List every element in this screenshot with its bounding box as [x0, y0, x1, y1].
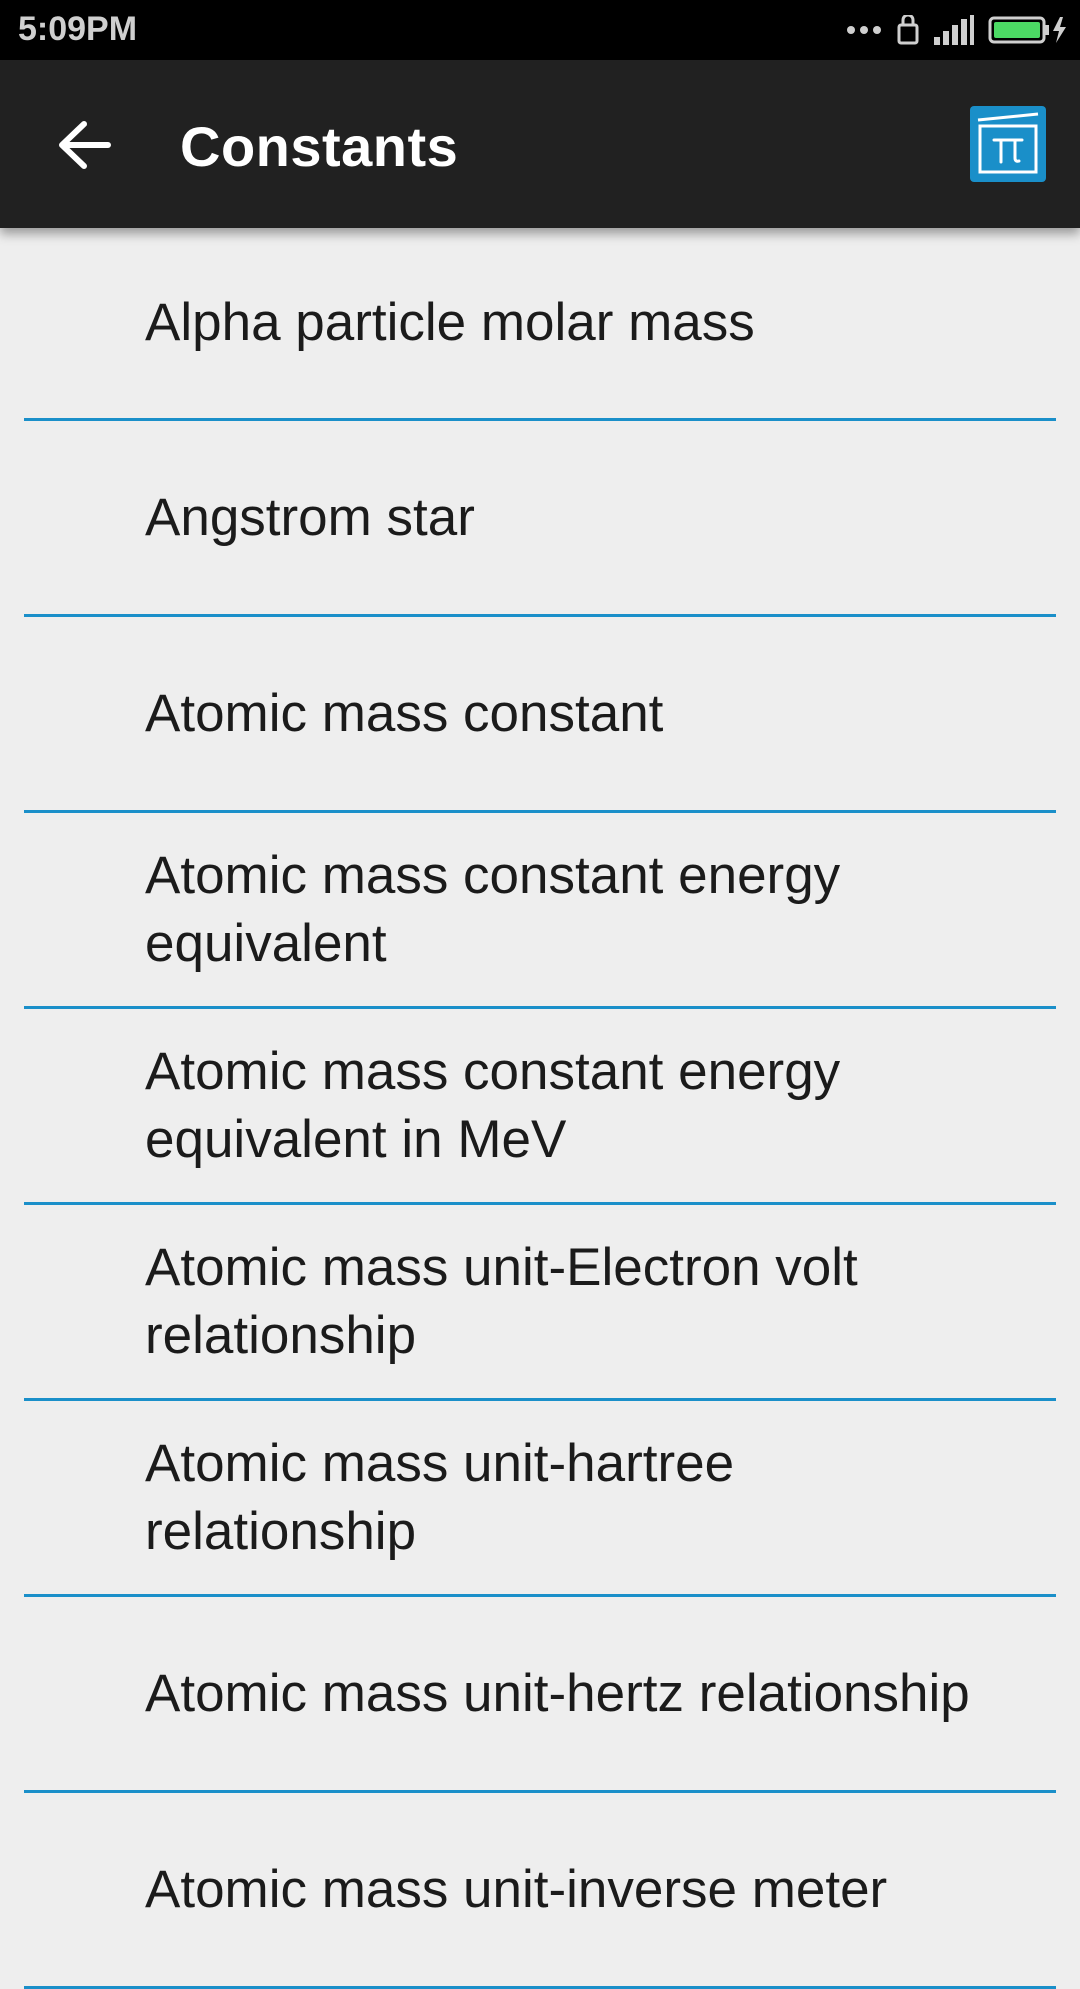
- list-item-label: Atomic mass unit-Electron volt relations…: [145, 1237, 858, 1365]
- list-item-label: Atomic mass unit-hertz relationship: [145, 1663, 970, 1723]
- list-item[interactable]: Atomic mass constant: [24, 617, 1056, 813]
- list-item-label: Atomic mass unit-inverse meter: [145, 1859, 888, 1919]
- list-item[interactable]: Atomic mass constant energy equivalent: [24, 813, 1056, 1009]
- list-item[interactable]: Atomic mass unit-Electron volt relations…: [24, 1205, 1056, 1401]
- list-item-label: Alpha particle molar mass: [145, 293, 755, 352]
- list-item-label: Atomic mass constant energy equivalent i…: [145, 1041, 841, 1169]
- list-item[interactable]: Atomic mass unit-inverse meter: [24, 1793, 1056, 1989]
- list-item-label: Atomic mass unit-hartree relationship: [145, 1433, 735, 1561]
- list-item[interactable]: Atomic mass constant energy equivalent i…: [24, 1009, 1056, 1205]
- pi-button[interactable]: [970, 106, 1046, 182]
- arrow-back-icon: [59, 121, 111, 169]
- status-time: 5:09PM: [18, 10, 138, 48]
- list-item-label: Atomic mass constant energy equivalent: [145, 845, 841, 973]
- sim-lock-icon: [896, 15, 920, 45]
- battery-charging-icon: [988, 15, 1068, 45]
- list-item[interactable]: Angstrom star: [24, 421, 1056, 617]
- status-bar: 5:09PM: [0, 0, 1080, 60]
- list-item-label: Atomic mass constant: [145, 683, 664, 743]
- more-dots-icon: [846, 24, 882, 36]
- status-icons: [846, 0, 1068, 60]
- list-item[interactable]: Atomic mass unit-hartree relationship: [24, 1401, 1056, 1597]
- constants-list: Alpha particle molar mass Angstrom star At…: [0, 228, 1080, 1989]
- app-toolbar: Constants: [0, 60, 1080, 228]
- list-item-label: Angstrom star: [145, 487, 475, 547]
- list-item[interactable]: Alpha particle molar mass: [24, 228, 1056, 421]
- back-button[interactable]: [44, 110, 124, 180]
- list-item[interactable]: Atomic mass unit-hertz relationship: [24, 1597, 1056, 1793]
- pi-icon: [977, 112, 1039, 174]
- page-title: Constants: [180, 115, 459, 178]
- signal-icon: [934, 15, 974, 45]
